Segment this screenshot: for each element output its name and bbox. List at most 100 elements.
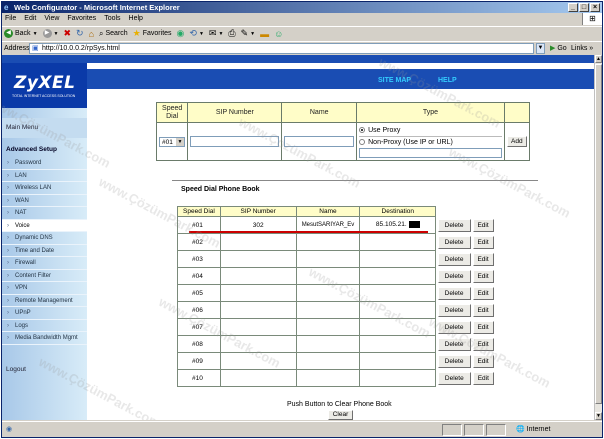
forward-button[interactable]: ▶ ▼ xyxy=(42,29,58,38)
edit-button[interactable]: Edit xyxy=(472,371,494,385)
sidebar-item-firewall[interactable]: Firewall xyxy=(2,257,87,270)
stop-icon: ✖ xyxy=(63,28,72,38)
delete-button[interactable]: Delete xyxy=(437,269,471,283)
sidebar-item-upnp[interactable]: UPnP xyxy=(2,307,87,320)
media-icon: ◉ xyxy=(176,28,185,38)
maximize-button[interactable]: □ xyxy=(579,3,589,12)
sidebar-item-wan[interactable]: WAN xyxy=(2,195,87,207)
print-button[interactable]: ⎙ xyxy=(228,28,235,39)
sidebar-main-menu[interactable]: Main Menu xyxy=(2,118,87,138)
internet-zone: 🌐 Internet xyxy=(516,426,551,433)
close-button[interactable]: × xyxy=(590,3,600,12)
sidebar-item-dynamic-dns[interactable]: Dynamic DNS xyxy=(2,232,87,245)
name-input[interactable] xyxy=(284,136,355,147)
delete-button[interactable]: Delete xyxy=(437,320,471,334)
edit-button[interactable]: Edit xyxy=(472,218,494,232)
zyxel-logo: ZyXEL xyxy=(14,73,76,93)
site-map-link[interactable]: SITE MAP xyxy=(378,77,411,84)
search-button[interactable]: ⌕ Search xyxy=(99,29,128,39)
sidebar-item-lan[interactable]: LAN xyxy=(2,170,87,182)
back-button[interactable]: ◀ Back ▼ xyxy=(4,29,38,38)
address-input[interactable]: ▣ http://10.0.0.2/rpSys.html xyxy=(29,43,534,54)
discuss-button[interactable]: ▬ xyxy=(260,29,269,39)
sidebar-item-voice[interactable]: Voice xyxy=(2,219,87,232)
minimize-button[interactable]: _ xyxy=(568,3,578,12)
delete-button[interactable]: Delete xyxy=(437,252,471,266)
edit-page-button[interactable]: ✎ ▼ xyxy=(241,28,256,39)
destination-text: 85.105.21. xyxy=(375,221,407,229)
edit-page-icon: ✎ xyxy=(240,28,249,38)
scroll-down-button[interactable]: ▼ xyxy=(595,412,602,420)
sidebar-item-password[interactable]: Password xyxy=(2,157,87,170)
scroll-up-button[interactable]: ▲ xyxy=(595,55,602,63)
favorites-button[interactable]: ★ Favorites xyxy=(133,28,172,39)
media-button[interactable]: ◉ xyxy=(177,28,185,39)
pb-cell-sip-number xyxy=(219,318,297,336)
scroll-thumb[interactable] xyxy=(595,64,602,404)
pb-header-speed-dial: Speed Dial xyxy=(177,206,221,217)
history-button[interactable]: ⟲ ▼ xyxy=(189,28,204,39)
toolbar: ◀ Back ▼ ▶ ▼ ✖ ↻ ⌂ ⌕ Search ★ Favorites ◉ ⟲ ▼ … xyxy=(2,26,602,40)
help-link[interactable]: HELP xyxy=(438,77,457,84)
menu-help[interactable]: Help xyxy=(129,13,143,25)
sidebar-item-vpn[interactable]: VPN xyxy=(2,282,87,295)
table-row: #04 Delete Edit xyxy=(177,267,496,285)
menu-view[interactable]: View xyxy=(44,13,59,25)
edit-button[interactable]: Edit xyxy=(472,337,494,351)
windows-flag-icon: ⊞ xyxy=(582,13,602,25)
sidebar-item-media-bandwidth-mgmt[interactable]: Media Bandwidth Mgmt xyxy=(2,332,87,345)
sidebar-item-content-filter[interactable]: Content Filter xyxy=(2,270,87,282)
edit-button[interactable]: Edit xyxy=(472,269,494,283)
pb-cell-sip-number xyxy=(219,250,297,268)
go-button[interactable]: ▶ Go xyxy=(550,42,567,55)
clear-button[interactable]: Clear xyxy=(328,410,353,420)
browser-window: e Web Configurator - Microsoft Internet … xyxy=(1,1,603,438)
sip-number-input[interactable] xyxy=(190,136,280,147)
edit-button[interactable]: Edit xyxy=(472,252,494,266)
pb-cell-name xyxy=(295,352,361,370)
page-content: ZyXEL TOTAL INTERNET ACCESS SOLUTION SIT… xyxy=(2,55,594,420)
edit-button[interactable]: Edit xyxy=(472,286,494,300)
sidebar: Main Menu Advanced Setup PasswordLANWire… xyxy=(2,108,87,420)
address-dropdown-button[interactable]: ▼ xyxy=(536,43,545,54)
star-icon: ★ xyxy=(132,28,141,38)
pb-cell-sip-number xyxy=(219,301,297,319)
delete-button[interactable]: Delete xyxy=(437,354,471,368)
pb-cell-sip-number xyxy=(219,284,297,302)
sidebar-item-logs[interactable]: Logs xyxy=(2,320,87,332)
sidebar-item-time-and-date[interactable]: Time and Date xyxy=(2,245,87,257)
edit-button[interactable]: Edit xyxy=(472,303,494,317)
proxy-address-input[interactable] xyxy=(359,148,502,158)
stop-button[interactable]: ✖ xyxy=(63,28,71,39)
delete-button[interactable]: Delete xyxy=(437,286,471,300)
edit-button[interactable]: Edit xyxy=(472,354,494,368)
edit-button[interactable]: Edit xyxy=(472,235,494,249)
refresh-button[interactable]: ↻ xyxy=(76,28,84,39)
messenger-button[interactable]: ☺ xyxy=(274,29,283,39)
forward-arrow-icon: ▶ xyxy=(42,29,52,38)
sidebar-item-wireless-lan[interactable]: Wireless LAN xyxy=(2,182,87,195)
speed-dial-select[interactable]: #01 ▼ xyxy=(159,136,185,147)
use-proxy-radio[interactable] xyxy=(359,127,366,134)
delete-button[interactable]: Delete xyxy=(437,371,471,385)
menu-edit[interactable]: Edit xyxy=(24,13,36,25)
sidebar-item-remote-management[interactable]: Remote Management xyxy=(2,295,87,307)
vertical-scrollbar[interactable]: ▲ ▼ xyxy=(594,55,602,420)
links-button[interactable]: Links » xyxy=(571,42,593,55)
delete-button[interactable]: Delete xyxy=(437,337,471,351)
add-button[interactable]: Add xyxy=(506,136,527,147)
edit-button[interactable]: Edit xyxy=(472,320,494,334)
delete-button[interactable]: Delete xyxy=(437,218,471,232)
sidebar-item-nat[interactable]: NAT xyxy=(2,207,87,220)
sidebar-logout[interactable]: Logout xyxy=(2,366,26,373)
delete-button[interactable]: Delete xyxy=(437,303,471,317)
delete-button[interactable]: Delete xyxy=(437,235,471,249)
pb-cell-destination xyxy=(359,335,437,353)
mail-button[interactable]: ✉ ▼ xyxy=(209,28,224,39)
non-proxy-radio[interactable] xyxy=(359,139,366,146)
menu-favorites[interactable]: Favorites xyxy=(67,13,96,25)
home-button[interactable]: ⌂ xyxy=(89,29,94,39)
menu-file[interactable]: File xyxy=(5,13,16,25)
menu-tools[interactable]: Tools xyxy=(104,13,120,25)
window-title: Web Configurator - Microsoft Internet Ex… xyxy=(14,3,180,12)
